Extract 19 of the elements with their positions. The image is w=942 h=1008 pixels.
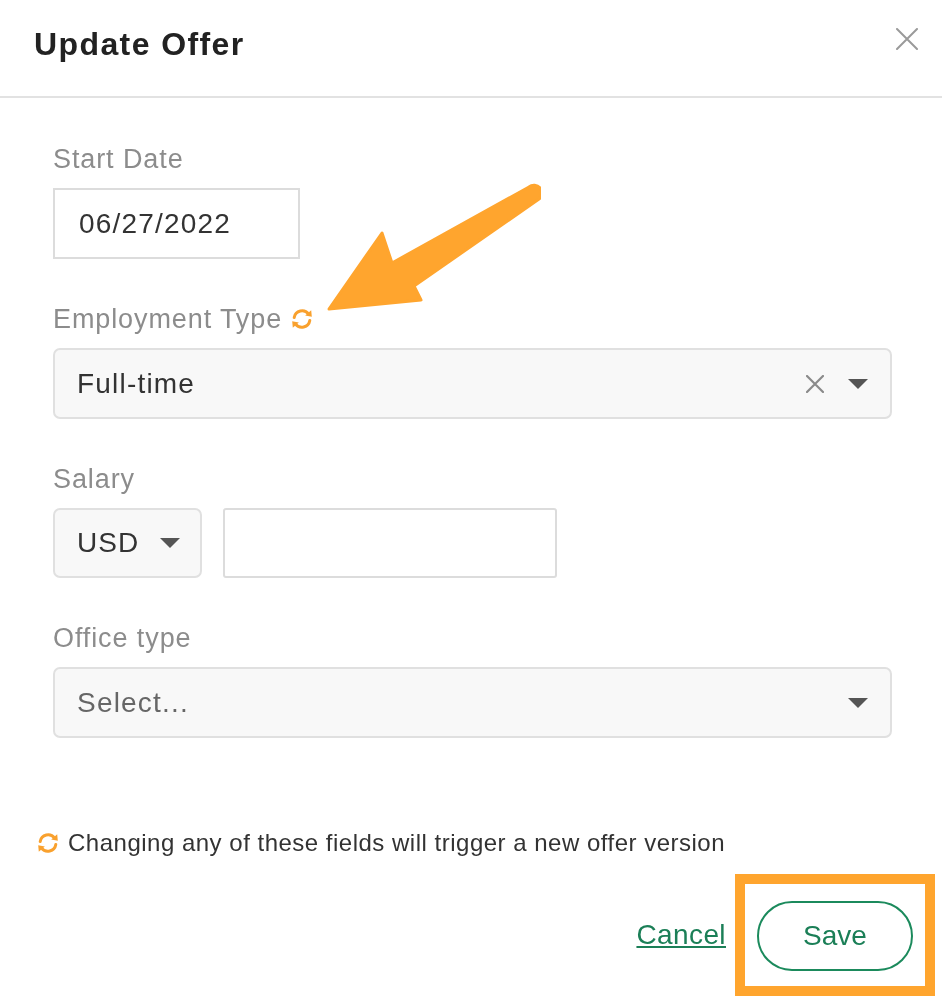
select-field[interactable]: Select... <box>53 667 892 738</box>
info-note: Changing any of these fields will trigger a new offer version <box>68 829 726 857</box>
currency-select[interactable]: USD <box>53 508 202 578</box>
date-input[interactable]: 06/27/2022 <box>53 188 300 259</box>
cancel-link[interactable]: Cancel <box>636 919 726 951</box>
save-button[interactable]: Save <box>757 901 913 971</box>
field-label: Salary <box>53 463 135 495</box>
select-field[interactable]: Full-time <box>53 348 892 419</box>
field-label: Employment Type <box>53 303 283 335</box>
caret-icon[interactable] <box>160 538 180 548</box>
clear-icon[interactable] <box>806 374 824 393</box>
field-label: Office type <box>53 622 192 654</box>
amount-input[interactable] <box>223 508 557 578</box>
caret-icon[interactable] <box>848 697 868 708</box>
refresh-icon <box>36 831 60 855</box>
dialog-title: Update Offer <box>34 25 245 63</box>
close-icon[interactable] <box>896 28 918 50</box>
caret-icon[interactable] <box>848 378 868 389</box>
field-label: Start Date <box>53 143 184 175</box>
